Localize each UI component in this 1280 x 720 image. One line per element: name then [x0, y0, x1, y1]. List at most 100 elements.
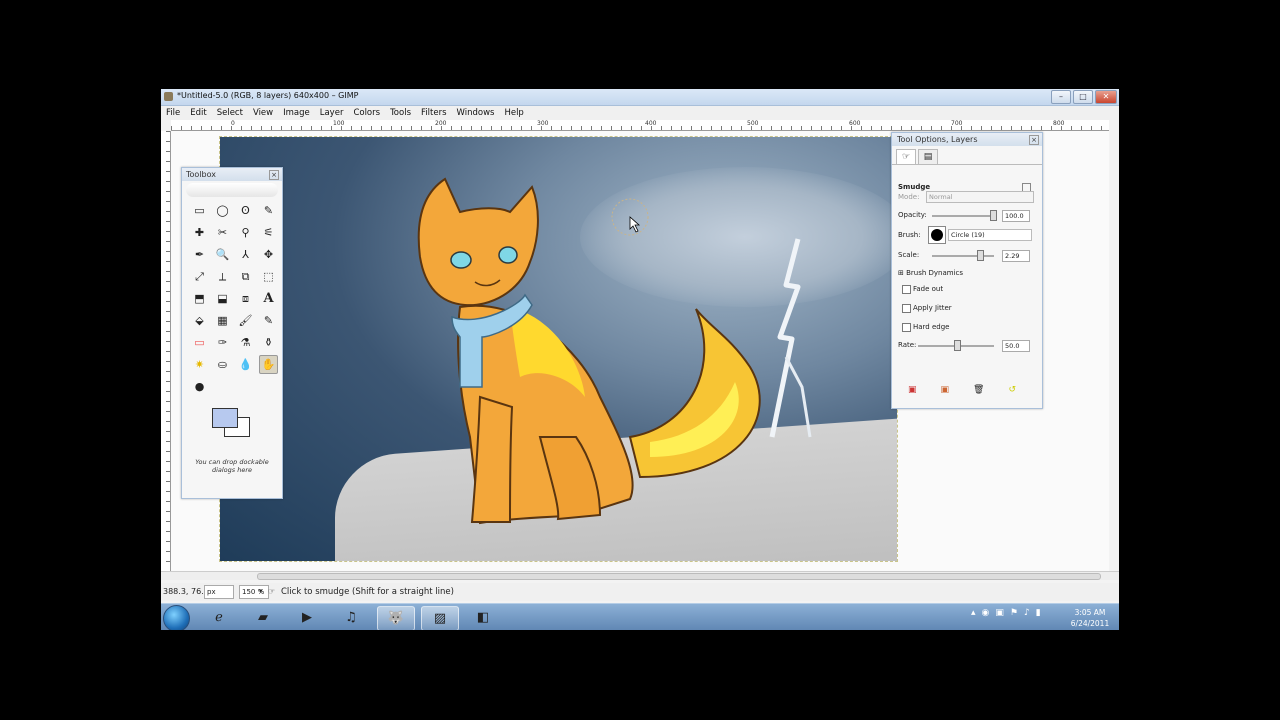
heal-tool-icon[interactable]: ✷	[190, 355, 209, 374]
airbrush-tool-icon[interactable]: ✑	[213, 333, 232, 352]
security-icon[interactable]: ▣	[995, 608, 1004, 618]
show-hidden-icons-icon[interactable]: ▴	[971, 608, 976, 618]
action-center-icon[interactable]: ⚑	[1010, 608, 1018, 618]
vertical-ruler[interactable]	[161, 131, 171, 571]
maximize-button[interactable]: □	[1073, 90, 1093, 104]
align-tool-icon[interactable]: ⤢	[190, 267, 209, 286]
menu-filters[interactable]: Filters	[416, 108, 451, 118]
scale-input[interactable]: 2.29	[1002, 250, 1030, 262]
rate-input[interactable]: 50.0	[1002, 340, 1030, 352]
opacity-input[interactable]: 100.0	[1002, 210, 1030, 222]
menu-colors[interactable]: Colors	[348, 108, 385, 118]
delete-options-icon[interactable]: 🗑	[973, 385, 984, 395]
scale-slider[interactable]	[932, 255, 994, 257]
scissors-tool-icon[interactable]: ✂	[213, 223, 232, 242]
foreground-color-swatch[interactable]	[212, 408, 238, 428]
shear-tool-icon[interactable]: ⬒	[190, 289, 209, 308]
text-tool-icon[interactable]: A	[259, 289, 278, 308]
menu-file[interactable]: File	[161, 108, 185, 118]
internet-explorer-icon[interactable]: ℯ	[201, 606, 237, 629]
rotate-tool-icon[interactable]: ⧉	[236, 267, 255, 286]
tool-options-close-button[interactable]: ×	[1029, 135, 1039, 145]
perspective-clone-tool-icon[interactable]: ⛀	[213, 355, 232, 374]
dodge-burn-tool-icon[interactable]: ●	[190, 377, 209, 396]
apply-jitter-checkbox[interactable]	[902, 304, 911, 313]
pencil-tool-icon[interactable]: 🖌	[236, 311, 255, 330]
app-taskbar-icon[interactable]: ◧	[465, 606, 501, 629]
chevron-down-icon[interactable]: ▾	[259, 587, 263, 595]
rate-slider-thumb[interactable]	[954, 340, 961, 351]
gimp-taskbar-icon[interactable]: 🐺	[377, 606, 415, 630]
flip-tool-icon[interactable]: ⧈	[236, 289, 255, 308]
close-button[interactable]: ✕	[1095, 90, 1117, 104]
tab-tool-options[interactable]: ☞	[896, 149, 916, 164]
ruler-tick: 400	[645, 120, 657, 127]
network-icon[interactable]: ◉	[982, 608, 990, 618]
brush-preview[interactable]	[928, 226, 946, 244]
color-picker-tool-icon[interactable]: ✒	[190, 245, 209, 264]
measure-tool-icon[interactable]: ⅄	[236, 245, 255, 264]
toolbox-title: Toolbox ×	[182, 168, 282, 181]
hard-edge-checkbox[interactable]	[902, 323, 911, 332]
reset-options-icon[interactable]: ↺	[1008, 385, 1016, 395]
brush-dynamics-expander[interactable]: ⊞ Brush Dynamics	[898, 269, 963, 277]
file-explorer-icon[interactable]: ▰	[245, 606, 281, 629]
media-player-icon[interactable]: ▶	[289, 606, 325, 629]
fuzzy-select-tool-icon[interactable]: ✎	[259, 201, 278, 220]
free-select-tool-icon[interactable]: ʘ	[236, 201, 255, 220]
menu-tools[interactable]: Tools	[385, 108, 416, 118]
move-tool-icon[interactable]: ✥	[259, 245, 278, 264]
paintbrush-tool-icon[interactable]: ✎	[259, 311, 278, 330]
scale-tool-icon[interactable]: ⬚	[259, 267, 278, 286]
paths-tool-icon[interactable]: ⚟	[259, 223, 278, 242]
blur-sharpen-tool-icon[interactable]: 💧	[236, 355, 255, 374]
clone-tool-icon[interactable]: ⚱	[259, 333, 278, 352]
rect-select-tool-icon[interactable]: ▭	[190, 201, 209, 220]
save-options-icon[interactable]: ▣	[908, 385, 917, 395]
pointer-coordinates: 388.3, 76.6	[163, 587, 209, 596]
restore-options-icon[interactable]: ▣	[941, 385, 950, 395]
blend-tool-icon[interactable]: ▦	[213, 311, 232, 330]
itunes-icon[interactable]: ♫	[333, 606, 369, 629]
apply-jitter-label: Apply Jitter	[913, 304, 952, 312]
tab-layers[interactable]: ▤	[918, 149, 938, 164]
brush-name-field[interactable]: Circle (19)	[948, 229, 1032, 241]
fade-out-checkbox[interactable]	[902, 285, 911, 294]
menu-help[interactable]: Help	[499, 108, 528, 118]
ellipse-select-tool-icon[interactable]: ◯	[213, 201, 232, 220]
opacity-slider[interactable]	[932, 215, 994, 217]
eraser-tool-icon[interactable]: ▭	[190, 333, 209, 352]
color-select-tool-icon[interactable]: ✚	[190, 223, 209, 242]
menu-edit[interactable]: Edit	[185, 108, 211, 118]
scrollbar-thumb[interactable]	[257, 573, 1101, 580]
menu-view[interactable]: View	[248, 108, 278, 118]
image-canvas[interactable]	[219, 136, 898, 562]
toolbox-close-button[interactable]: ×	[269, 170, 279, 180]
foreground-select-tool-icon[interactable]: ⚲	[236, 223, 255, 242]
ruler-tick: 700	[951, 120, 963, 127]
horizontal-ruler[interactable]: 0 100 200 300 400 500 600 700 800	[171, 120, 1109, 131]
zoom-tool-icon[interactable]: 🔍	[213, 245, 232, 264]
scale-slider-thumb[interactable]	[977, 250, 984, 261]
smudge-tool-icon[interactable]: ✋	[259, 355, 278, 374]
volume-icon[interactable]: ♪	[1024, 608, 1030, 618]
bucket-fill-tool-icon[interactable]: ⬙	[190, 311, 209, 330]
horizontal-scrollbar[interactable]	[161, 571, 1119, 580]
status-bar: 388.3, 76.6 px 150 % ▾ ☞ Click to smudge…	[161, 583, 1119, 601]
menu-image[interactable]: Image	[278, 108, 315, 118]
minimize-button[interactable]: –	[1051, 90, 1071, 104]
gimp-image-taskbar-icon[interactable]: ▨	[421, 606, 459, 630]
zoom-select[interactable]: 150 %	[239, 585, 269, 599]
menu-layer[interactable]: Layer	[315, 108, 349, 118]
menu-windows[interactable]: Windows	[452, 108, 500, 118]
perspective-tool-icon[interactable]: ⬓	[213, 289, 232, 308]
mode-select[interactable]: Normal	[926, 191, 1034, 203]
unit-select[interactable]: px	[204, 585, 234, 599]
menu-select[interactable]: Select	[212, 108, 248, 118]
taskbar-clock[interactable]: 3:05 AM 6/24/2011	[1067, 607, 1113, 629]
crop-tool-icon[interactable]: ⟂	[213, 267, 232, 286]
start-button[interactable]	[163, 605, 190, 630]
opacity-slider-thumb[interactable]	[990, 210, 997, 221]
signal-icon[interactable]: ▮	[1036, 608, 1041, 618]
ink-tool-icon[interactable]: ⚗	[236, 333, 255, 352]
